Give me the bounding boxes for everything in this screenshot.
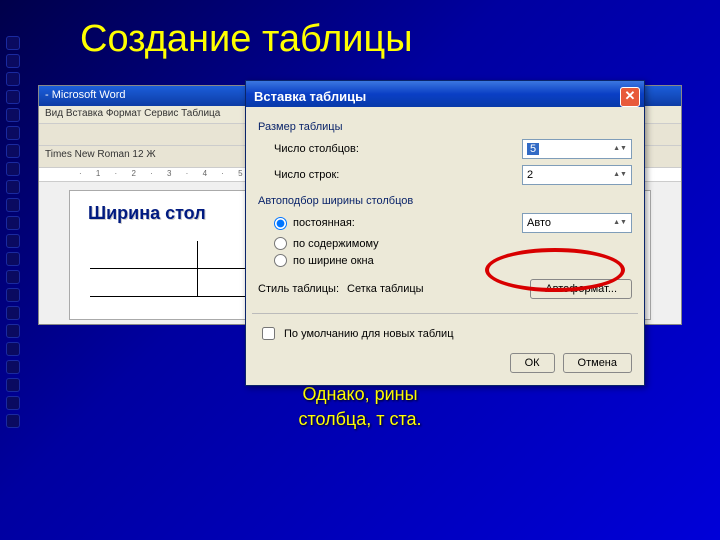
dialog-buttons: ОК Отмена (258, 353, 632, 373)
row-rows: Число строк: 2 ▲▼ (274, 165, 632, 185)
radio-content-label: по содержимому (293, 238, 379, 250)
dialog-body: Размер таблицы Число столбцов: 5 ▲▼ Числ… (246, 107, 644, 385)
default-checkbox-row: По умолчанию для новых таблиц (258, 324, 632, 343)
radio-window-label: по ширине окна (293, 255, 374, 267)
label-rows: Число строк: (274, 169, 522, 181)
spinner-arrows-icon[interactable]: ▲▼ (613, 220, 627, 226)
radio-fixed-label: постоянная: (293, 217, 516, 229)
rows-spinner[interactable]: 2 ▲▼ (522, 165, 632, 185)
default-checkbox-label: По умолчанию для новых таблиц (284, 328, 454, 340)
radio-window-row: по ширине окна (274, 254, 632, 267)
radio-content[interactable] (274, 237, 287, 250)
divider (252, 313, 638, 314)
style-label: Стиль таблицы: (258, 283, 339, 295)
body-line-3: столбца, т ста. (40, 407, 680, 431)
dialog-title: Вставка таблицы (254, 89, 366, 104)
columns-value: 5 (527, 143, 539, 155)
width-combo[interactable]: Авто ▲▼ (522, 213, 632, 233)
radio-fixed[interactable] (274, 217, 287, 230)
spinner-arrows-icon[interactable]: ▲▼ (613, 172, 627, 178)
width-value: Авто (527, 217, 551, 229)
slide-background: Создание таблицы - Microsoft Word Вид Вс… (0, 0, 720, 540)
insert-table-dialog: Вставка таблицы ✕ Размер таблицы Число с… (245, 80, 645, 386)
radio-fixed-row: постоянная: Авто ▲▼ (274, 213, 632, 233)
ok-button[interactable]: ОК (510, 353, 555, 373)
style-value: Сетка таблицы (347, 283, 522, 295)
rows-value: 2 (527, 169, 533, 181)
decor-bullets (6, 36, 20, 428)
autoformat-button[interactable]: Автоформат... (530, 279, 632, 299)
columns-spinner[interactable]: 5 ▲▼ (522, 139, 632, 159)
close-icon[interactable]: ✕ (620, 87, 640, 107)
style-row: Стиль таблицы: Сетка таблицы Автоформат.… (258, 279, 632, 299)
radio-window[interactable] (274, 254, 287, 267)
group-size-label: Размер таблицы (258, 121, 632, 133)
cancel-button[interactable]: Отмена (563, 353, 632, 373)
row-columns: Число столбцов: 5 ▲▼ (274, 139, 632, 159)
spinner-arrows-icon[interactable]: ▲▼ (613, 146, 627, 152)
dialog-titlebar[interactable]: Вставка таблицы ✕ (246, 81, 644, 107)
radio-content-row: по содержимому (274, 237, 632, 250)
default-checkbox[interactable] (262, 327, 275, 340)
slide-title: Создание таблицы (80, 18, 413, 61)
group-autofit-label: Автоподбор ширины столбцов (258, 195, 632, 207)
label-columns: Число столбцов: (274, 143, 522, 155)
